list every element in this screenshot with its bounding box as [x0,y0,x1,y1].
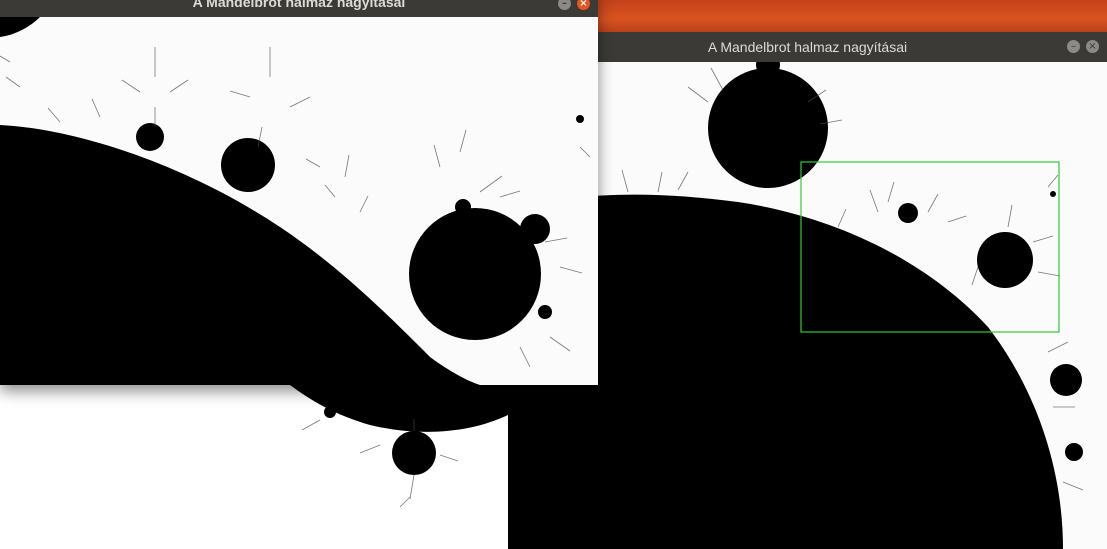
bulb-6 [538,305,552,319]
bulb-7 [576,115,584,123]
window-title: A Mandelbrot halmaz nagyításai [192,0,406,10]
close-icon[interactable]: × [577,0,590,10]
minimize-icon[interactable]: – [1067,40,1080,53]
top-bulb [708,68,828,188]
bulb-3 [136,123,164,151]
small-bulb-2 [606,197,630,221]
mandelbrot-window-front[interactable]: A Mandelbrot halmaz nagyításai – × [0,0,598,385]
small-bulb-3 [1050,191,1056,197]
side-bulb-3 [1065,443,1083,461]
side-bulb-2 [1050,364,1082,396]
desktop-background [598,0,1107,32]
close-icon[interactable]: × [1086,40,1099,53]
window-title: A Mandelbrot halmaz nagyításai [707,39,908,55]
bulb-2 [221,138,275,192]
minimize-icon[interactable]: – [558,0,571,10]
bulb-5 [455,199,471,215]
window-titlebar[interactable]: A Mandelbrot halmaz nagyításai – × [0,0,598,17]
side-bulb [977,232,1033,288]
small-bulb [898,203,918,223]
bulb-4 [520,214,550,244]
mandelbrot-canvas[interactable] [0,17,598,385]
backdrop-fractal [0,385,508,549]
